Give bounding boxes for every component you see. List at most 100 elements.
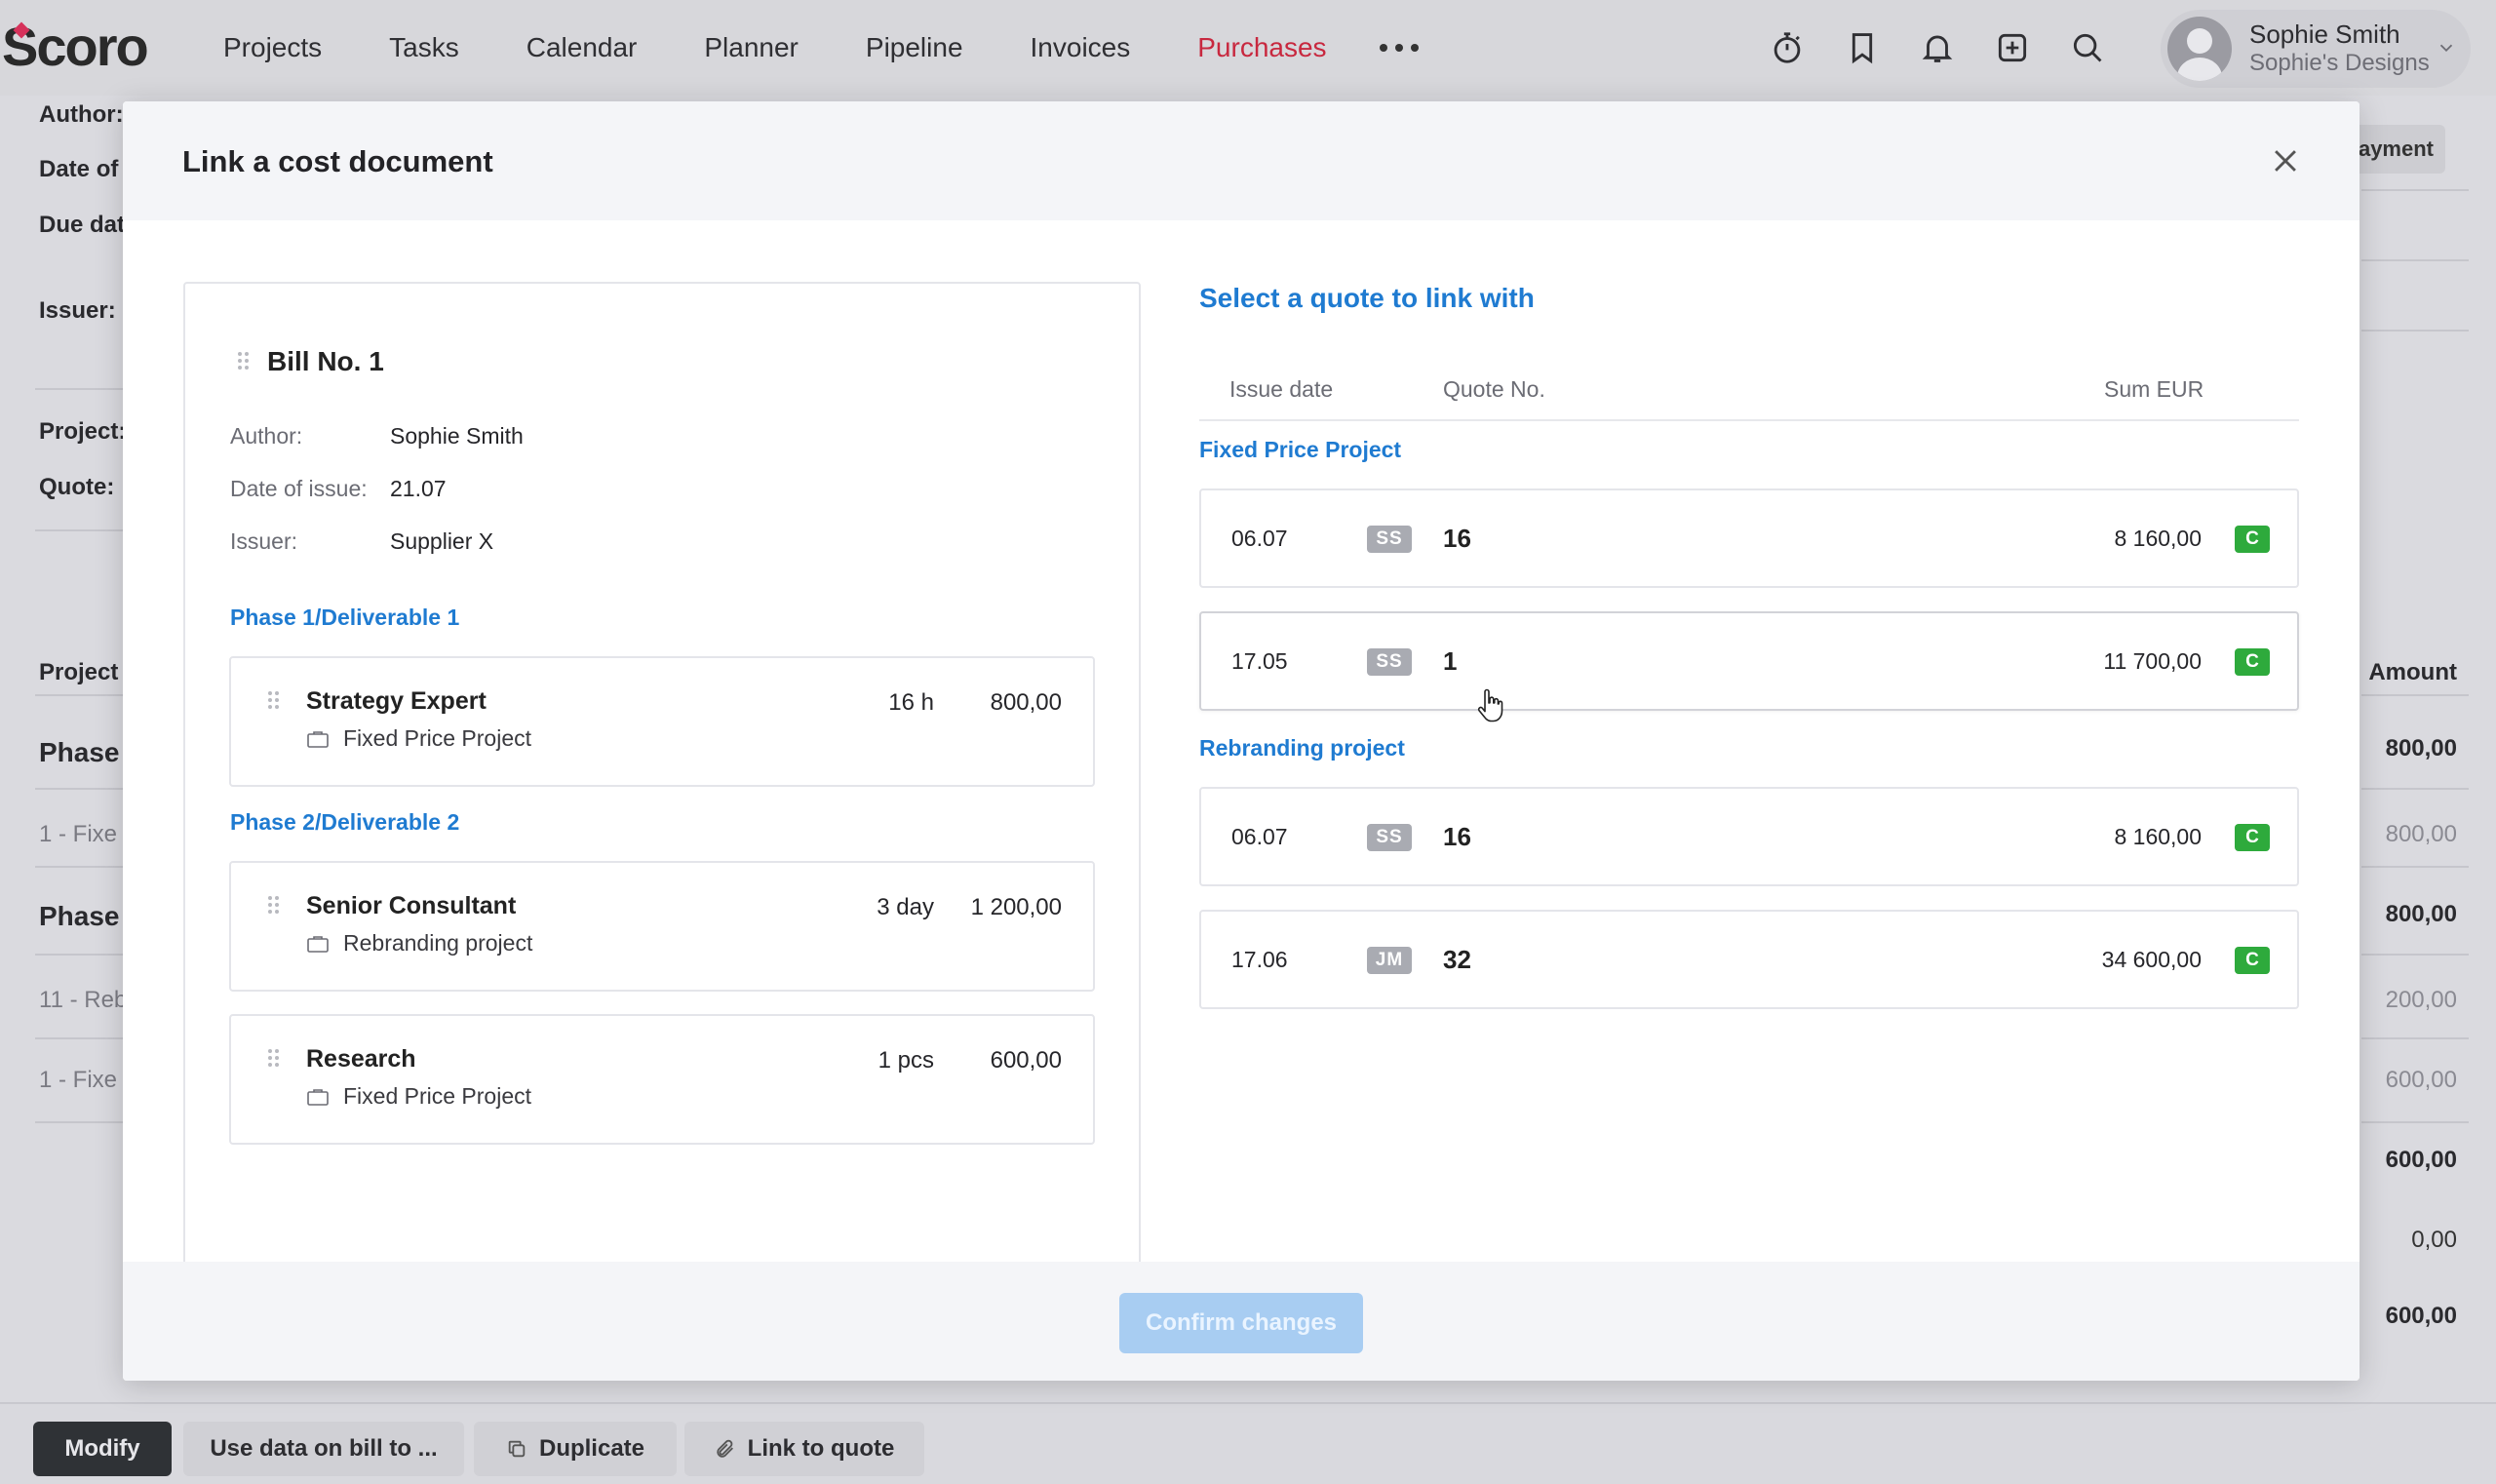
quote-row[interactable]: 17.05 SS 1 11 700,00 C xyxy=(1199,611,2299,711)
quote-date: 17.05 xyxy=(1231,648,1288,674)
bg-total: 0,00 xyxy=(2411,1227,2457,1253)
divider xyxy=(2361,259,2469,261)
issuer-label: Issuer: xyxy=(230,528,298,554)
search-icon[interactable] xyxy=(2063,23,2112,72)
link-to-quote-button[interactable]: Link to quote xyxy=(684,1422,924,1476)
divider xyxy=(35,954,123,956)
bg-quote-label: Quote: xyxy=(39,474,115,500)
nav-invoices[interactable]: Invoices xyxy=(1031,32,1131,63)
status-badge: C xyxy=(2235,526,2270,553)
ellipsis-icon[interactable] xyxy=(1380,31,1419,64)
line-quantity: 3 day xyxy=(877,894,934,920)
close-icon[interactable] xyxy=(2269,144,2302,177)
bill-panel: Bill No. 1 Author: Sophie Smith Date of … xyxy=(183,282,1141,1303)
column-header-issue-date: Issue date xyxy=(1229,376,1334,402)
modal-header: Link a cost document xyxy=(123,101,2360,220)
divider xyxy=(35,1121,123,1123)
divider xyxy=(2361,788,2469,790)
add-icon[interactable] xyxy=(1988,23,2037,72)
line-quantity: 16 h xyxy=(888,689,934,716)
link-cost-document-modal: Link a cost document Bill No. 1 Author: … xyxy=(123,101,2360,1381)
line-sum: 600,00 xyxy=(990,1047,1062,1074)
bill-line-card[interactable]: Strategy Expert 16 h 800,00 Fixed Price … xyxy=(229,656,1095,787)
divider xyxy=(35,866,123,868)
use-data-on-bill-button[interactable]: Use data on bill to ... xyxy=(183,1422,464,1476)
bg-row-label: 1 - Fixe xyxy=(39,821,118,847)
line-sum: 1 200,00 xyxy=(970,894,1062,920)
drag-handle-icon[interactable] xyxy=(268,691,280,711)
quote-row[interactable]: 06.07 SS 16 8 160,00 C xyxy=(1199,787,2299,886)
drag-handle-icon[interactable] xyxy=(268,896,280,916)
bell-icon[interactable] xyxy=(1913,23,1962,72)
nav-tasks[interactable]: Tasks xyxy=(389,32,459,63)
nav-pipeline[interactable]: Pipeline xyxy=(866,32,963,63)
quote-sum: 8 160,00 xyxy=(2114,526,2202,551)
divider xyxy=(35,788,123,790)
bottom-action-bar: Modify Use data on bill to ... Duplicate… xyxy=(0,1402,2496,1484)
quote-row[interactable]: 06.07 SS 16 8 160,00 C xyxy=(1199,488,2299,588)
quote-number: 16 xyxy=(1443,524,1471,553)
quote-number: 16 xyxy=(1443,822,1471,851)
briefcase-icon xyxy=(307,1088,329,1106)
user-initials-badge: JM xyxy=(1367,947,1412,974)
bg-due-label: Due dat xyxy=(39,212,126,238)
main-nav: Projects Tasks Calendar Planner Pipeline… xyxy=(223,0,1394,96)
bookmark-icon[interactable] xyxy=(1838,23,1887,72)
bg-issuer-label: Issuer: xyxy=(39,297,116,324)
nav-purchases[interactable]: Purchases xyxy=(1197,32,1326,63)
quote-panel-title: Select a quote to link with xyxy=(1199,283,1535,313)
quote-date: 06.07 xyxy=(1231,824,1288,849)
bg-table-header-project: Project xyxy=(39,659,119,685)
bg-total: 600,00 xyxy=(2385,1147,2457,1173)
paperclip-icon xyxy=(716,1439,733,1458)
hand-cursor-icon xyxy=(1477,688,1503,722)
divider xyxy=(2361,866,2469,868)
user-initials-badge: SS xyxy=(1367,648,1412,676)
toolbar-icons xyxy=(1763,23,2138,72)
confirm-changes-button[interactable]: Confirm changes xyxy=(1119,1293,1363,1353)
user-company: Sophie's Designs xyxy=(2249,50,2430,76)
timer-icon[interactable] xyxy=(1763,23,1812,72)
bg-row-label: 11 - Reb xyxy=(39,987,128,1013)
bg-row-amount: 800,00 xyxy=(2385,901,2457,927)
issuer-value: Supplier X xyxy=(390,528,494,554)
duplicate-button[interactable]: Duplicate xyxy=(474,1422,677,1476)
scoro-logo[interactable]: Scoro xyxy=(2,18,158,76)
column-header-sum: Sum EUR xyxy=(2104,376,2204,402)
quote-number: 1 xyxy=(1443,646,1458,676)
quote-group-heading: Rebranding project xyxy=(1199,735,1405,761)
drag-handle-icon[interactable] xyxy=(268,1049,280,1069)
chevron-down-icon xyxy=(2439,44,2453,53)
quote-sum: 8 160,00 xyxy=(2114,824,2202,849)
line-project-name: Fixed Price Project xyxy=(343,1083,532,1109)
top-navigation: Scoro Projects Tasks Calendar Planner Pi… xyxy=(0,0,2496,96)
line-sum: 800,00 xyxy=(990,689,1062,716)
link-to-quote-label: Link to quote xyxy=(747,1435,895,1462)
bg-row-label: Phase xyxy=(39,901,120,931)
nav-calendar[interactable]: Calendar xyxy=(526,32,638,63)
bill-line-card[interactable]: Research 1 pcs 600,00 Fixed Price Projec… xyxy=(229,1014,1095,1145)
quote-date: 17.06 xyxy=(1231,947,1288,972)
quote-group-heading: Fixed Price Project xyxy=(1199,437,1402,462)
divider xyxy=(2361,189,2469,191)
user-menu[interactable]: Sophie Smith Sophie's Designs xyxy=(2161,10,2471,88)
bg-table-header-amount: Amount xyxy=(2368,659,2457,685)
status-badge: C xyxy=(2235,648,2270,676)
bill-line-card[interactable]: Senior Consultant 3 day 1 200,00 Rebrand… xyxy=(229,861,1095,992)
date-of-issue-label: Date of issue: xyxy=(230,476,368,501)
user-initials-badge: SS xyxy=(1367,824,1412,851)
nav-planner[interactable]: Planner xyxy=(704,32,799,63)
bg-date-label: Date of xyxy=(39,156,119,182)
quote-row[interactable]: 17.06 JM 32 34 600,00 C xyxy=(1199,910,2299,1009)
modify-button[interactable]: Modify xyxy=(33,1422,172,1476)
nav-projects[interactable]: Projects xyxy=(223,32,322,63)
drag-handle-icon[interactable] xyxy=(238,352,250,371)
bg-row-label: Phase xyxy=(39,737,120,767)
divider xyxy=(2361,954,2469,956)
user-initials-badge: SS xyxy=(1367,526,1412,553)
line-quantity: 1 pcs xyxy=(878,1047,934,1074)
status-badge: C xyxy=(2235,824,2270,851)
author-value: Sophie Smith xyxy=(390,423,524,449)
phase-heading: Phase 2/Deliverable 2 xyxy=(230,809,460,835)
user-name: Sophie Smith xyxy=(2249,20,2400,49)
